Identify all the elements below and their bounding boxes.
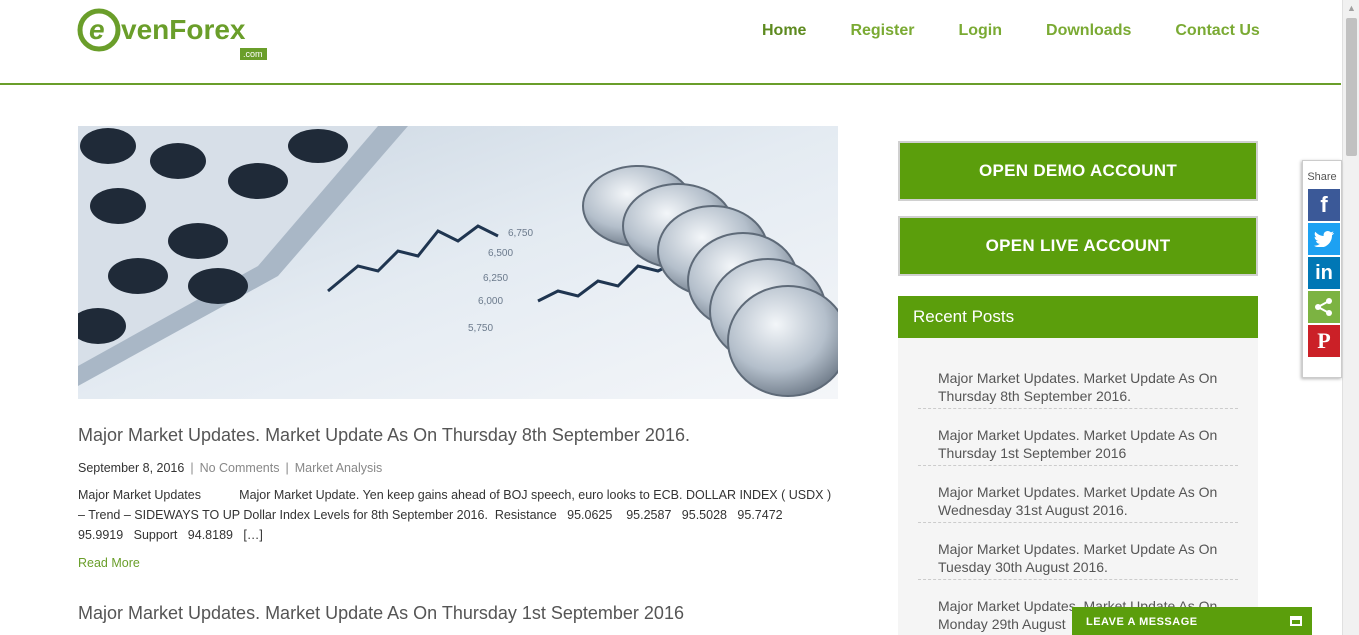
nav-contact-us[interactable]: Contact Us bbox=[1153, 22, 1281, 40]
facebook-glyph: f bbox=[1320, 192, 1328, 217]
share-label: Share bbox=[1307, 171, 1337, 183]
svg-text:5,750: 5,750 bbox=[468, 323, 493, 334]
pinterest-glyph: P bbox=[1317, 328, 1331, 353]
post-excerpt: Major Market Updates Major Market Update… bbox=[78, 488, 835, 542]
recent-posts-list: Major Market Updates. Market Update As O… bbox=[898, 362, 1258, 635]
meta-separator: | bbox=[190, 461, 194, 475]
svg-text:.com: .com bbox=[243, 49, 263, 59]
post-comments-link[interactable]: No Comments bbox=[200, 461, 280, 475]
post-title[interactable]: Major Market Updates. Market Update As O… bbox=[78, 603, 684, 624]
nav-login[interactable]: Login bbox=[936, 22, 1024, 40]
svg-text:6,500: 6,500 bbox=[488, 248, 513, 259]
post-title[interactable]: Major Market Updates. Market Update As O… bbox=[78, 425, 690, 446]
recent-post-link[interactable]: Major Market Updates. Market Update As O… bbox=[918, 476, 1238, 523]
minimize-icon[interactable] bbox=[1290, 616, 1302, 626]
linkedin-share-icon[interactable]: in bbox=[1308, 257, 1340, 289]
post-meta: September 8, 2016 | No Comments | Market Ana… bbox=[78, 461, 382, 475]
svg-text:venForex: venForex bbox=[121, 14, 246, 45]
linkedin-glyph: in bbox=[1315, 261, 1333, 284]
nav-home[interactable]: Home bbox=[740, 22, 828, 40]
post-date: September 8, 2016 bbox=[78, 461, 185, 475]
recent-post-link[interactable]: Major Market Updates. Market Update As O… bbox=[918, 419, 1238, 466]
recent-post-link[interactable]: Major Market Updates. Market Update As O… bbox=[918, 362, 1238, 409]
site-logo[interactable]: e venForex .com bbox=[77, 6, 272, 62]
post-featured-image[interactable]: 6,750 6,500 6,250 6,000 5,750 bbox=[78, 126, 838, 399]
svg-text:6,000: 6,000 bbox=[478, 296, 503, 307]
open-demo-account-button[interactable]: OPEN DEMO ACCOUNT bbox=[898, 141, 1258, 201]
meta-separator: | bbox=[285, 461, 289, 475]
page-scrollbar[interactable]: ▲ bbox=[1342, 0, 1359, 635]
svg-text:6,250: 6,250 bbox=[483, 273, 508, 284]
scroll-thumb[interactable] bbox=[1346, 18, 1357, 156]
nav-register[interactable]: Register bbox=[828, 22, 936, 40]
facebook-share-icon[interactable]: f bbox=[1308, 189, 1340, 221]
recent-posts-heading: Recent Posts bbox=[898, 296, 1258, 338]
scroll-up-arrow-icon[interactable]: ▲ bbox=[1343, 0, 1359, 17]
share-more-icon[interactable]: < bbox=[1308, 291, 1340, 323]
site-header: e venForex .com Home Register Login Down… bbox=[0, 0, 1341, 85]
chat-label: LEAVE A MESSAGE bbox=[1086, 616, 1198, 628]
read-more-link[interactable]: Read More bbox=[78, 556, 140, 570]
pinterest-share-icon[interactable]: P bbox=[1308, 325, 1340, 357]
twitter-share-icon[interactable]: t bbox=[1308, 223, 1340, 255]
post-category-link[interactable]: Market Analysis bbox=[295, 461, 383, 475]
svg-text:6,750: 6,750 bbox=[508, 228, 533, 239]
recent-post-link[interactable]: Major Market Updates. Market Update As O… bbox=[918, 533, 1238, 580]
open-live-account-button[interactable]: OPEN LIVE ACCOUNT bbox=[898, 216, 1258, 276]
nav-downloads[interactable]: Downloads bbox=[1024, 22, 1153, 40]
main-nav: Home Register Login Downloads Contact Us bbox=[740, 22, 1282, 40]
svg-text:e: e bbox=[89, 14, 105, 45]
share-bar: Share f t in < P bbox=[1302, 160, 1342, 378]
recent-posts-panel: Major Market Updates. Market Update As O… bbox=[898, 338, 1258, 635]
leave-a-message-chat-button[interactable]: LEAVE A MESSAGE bbox=[1072, 607, 1312, 635]
